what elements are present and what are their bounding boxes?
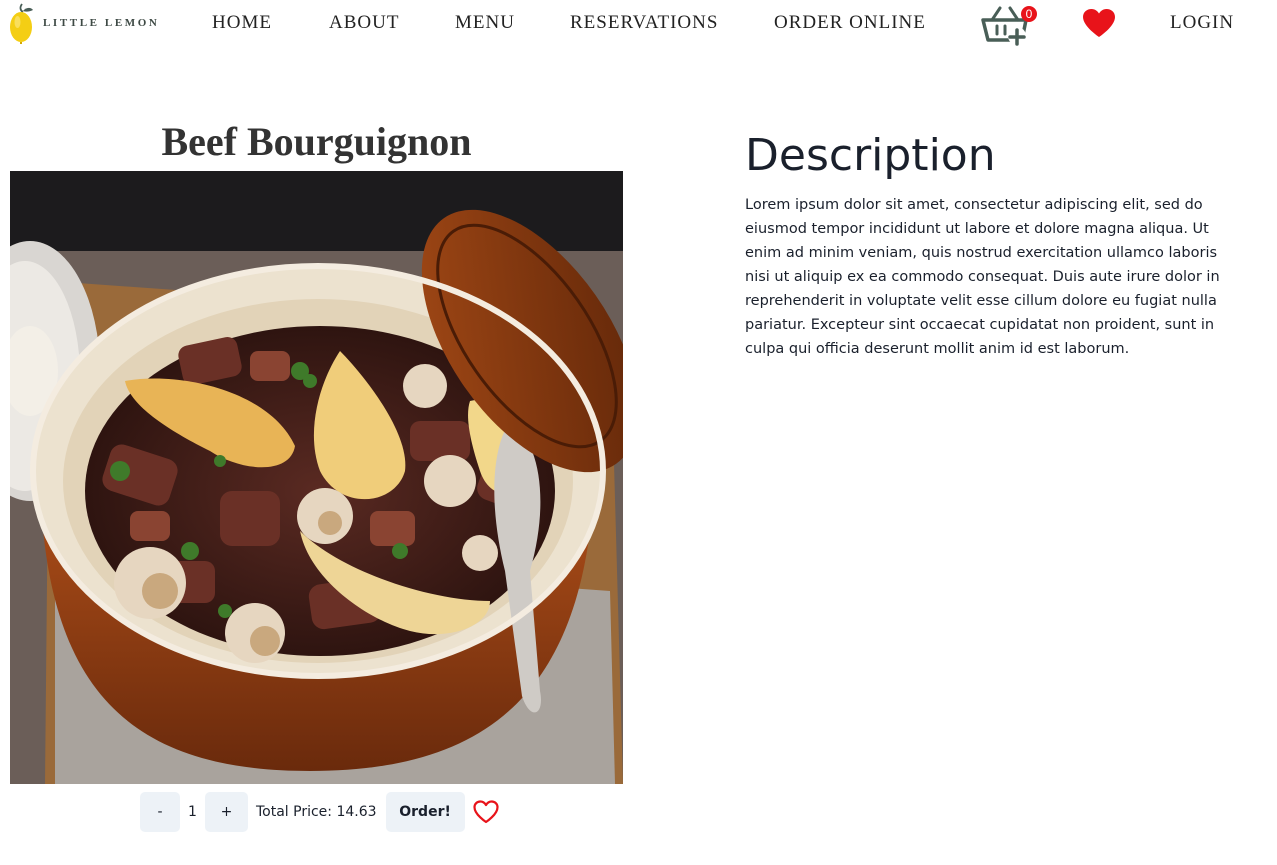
- decrease-quantity-button[interactable]: -: [140, 792, 180, 832]
- nav-home[interactable]: HOME: [212, 12, 272, 34]
- order-controls: - 1 + Total Price: 14.63 Order!: [140, 792, 499, 832]
- nav-about[interactable]: ABOUT: [329, 12, 399, 34]
- nav-order-online[interactable]: ORDER ONLINE: [774, 12, 926, 34]
- brand-logo[interactable]: LITTLE LEMON: [9, 2, 169, 44]
- dish-photo: [10, 171, 623, 784]
- site-header: LITTLE LEMON HOME ABOUT MENU RESERVATION…: [0, 0, 1277, 46]
- product-title: Beef Bourguignon: [161, 119, 472, 164]
- total-price: Total Price: 14.63: [256, 804, 377, 820]
- description-heading: Description: [745, 130, 996, 181]
- favorites-button[interactable]: [1082, 8, 1116, 38]
- nav-menu[interactable]: MENU: [455, 12, 515, 34]
- product-image: [10, 171, 623, 784]
- cart-count-badge: 0: [1021, 6, 1037, 22]
- lemon-logo-icon: [10, 3, 33, 44]
- nav-reservations[interactable]: RESERVATIONS: [570, 12, 718, 34]
- total-price-label: Total Price:: [256, 804, 333, 820]
- increase-quantity-button[interactable]: +: [205, 792, 248, 832]
- nav-login[interactable]: LOGIN: [1170, 12, 1234, 34]
- heart-filled-icon: [1083, 9, 1115, 37]
- heart-outline-icon[interactable]: [472, 800, 499, 824]
- cart-button[interactable]: 0: [980, 2, 1037, 46]
- description-text: Lorem ipsum dolor sit amet, consectetur …: [745, 197, 1220, 357]
- total-price-value: 14.63: [336, 804, 377, 820]
- order-button[interactable]: Order!: [385, 792, 465, 832]
- quantity-value: 1: [188, 804, 197, 820]
- brand-name: LITTLE LEMON: [43, 17, 160, 29]
